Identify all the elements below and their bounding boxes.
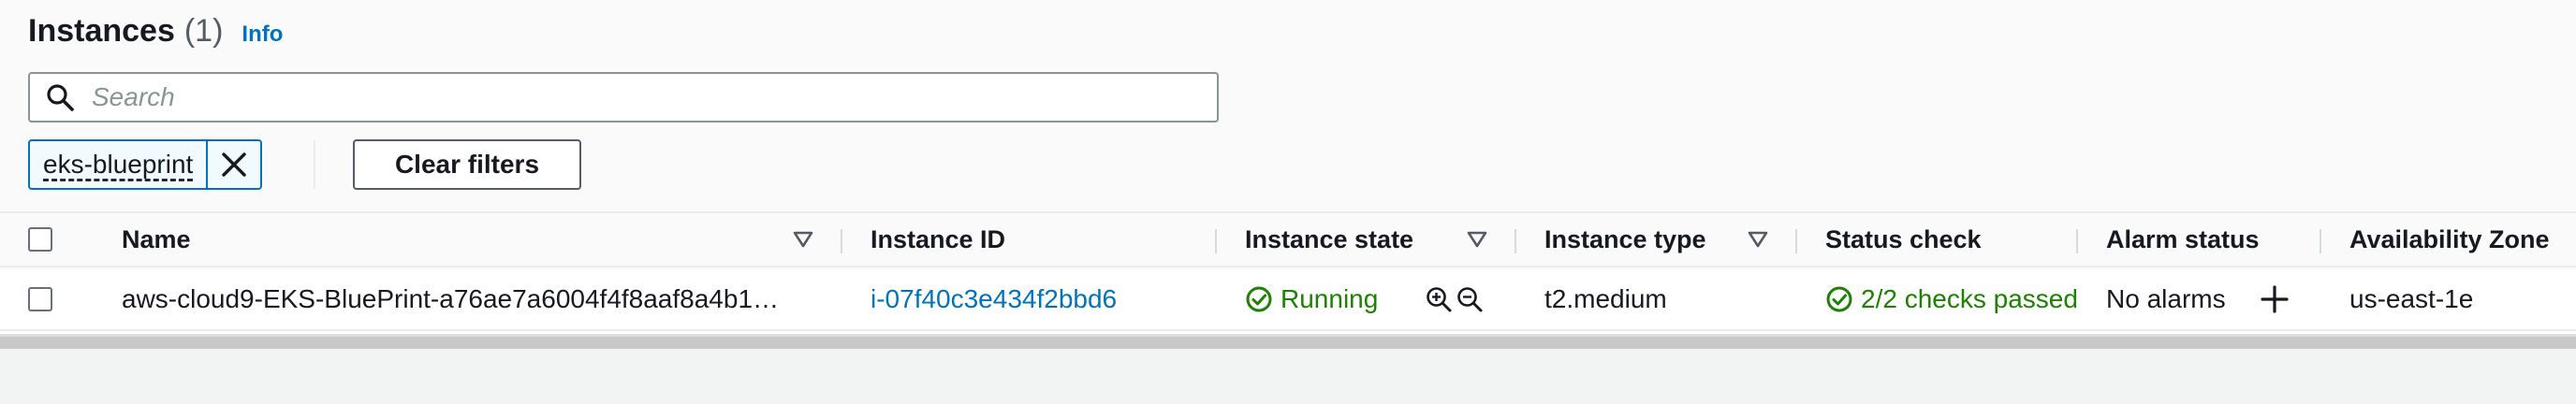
instance-count: (1) — [183, 13, 224, 49]
search-input[interactable] — [92, 79, 1196, 116]
column-header-instance-state[interactable]: Instance state — [1245, 225, 1413, 254]
check-circle-icon — [1826, 286, 1852, 312]
status-check: 2/2 checks passed — [1825, 284, 2078, 314]
select-all-checkbox[interactable] — [28, 227, 52, 252]
sort-caret-icon[interactable] — [793, 231, 813, 248]
panel-header: Instances (1) Info — [28, 13, 283, 54]
filter-token: eks-blueprint — [28, 139, 263, 190]
plus-icon[interactable] — [2260, 284, 2290, 314]
instance-type: t2.medium — [1544, 284, 1667, 313]
check-circle-icon — [1246, 286, 1272, 312]
sort-caret-icon[interactable] — [1467, 231, 1487, 248]
column-divider[interactable] — [1215, 229, 1217, 253]
footer-area — [0, 349, 2576, 404]
instance-state-label: Running — [1281, 284, 1379, 313]
zoom-out-icon[interactable] — [1456, 285, 1484, 313]
status-check-label: 2/2 checks passed — [1861, 284, 2078, 313]
clear-filters-button[interactable]: Clear filters — [353, 139, 581, 190]
column-divider[interactable] — [841, 229, 842, 253]
column-divider[interactable] — [1795, 229, 1797, 253]
column-header-availability-zone[interactable]: Availability Zone — [2349, 225, 2550, 254]
column-divider[interactable] — [2320, 229, 2321, 253]
sort-caret-icon[interactable] — [1748, 231, 1768, 248]
column-header-name[interactable]: Name — [122, 225, 191, 254]
remove-filter-button[interactable] — [206, 141, 260, 188]
instance-state: Running — [1245, 284, 1378, 314]
close-icon — [222, 152, 247, 177]
filter-divider — [314, 140, 315, 189]
column-header-alarm-status[interactable]: Alarm status — [2106, 225, 2260, 254]
info-link[interactable]: Info — [242, 22, 283, 48]
horizontal-scrollbar[interactable] — [0, 334, 2576, 349]
row-checkbox[interactable] — [28, 287, 52, 311]
column-divider[interactable] — [2076, 229, 2078, 253]
availability-zone: us-east-1e — [2349, 284, 2474, 313]
table-row[interactable]: aws-cloud9-EKS-BluePrint-a76ae7a6004f4f8… — [0, 269, 2576, 331]
filter-token-label[interactable]: eks-blueprint — [30, 141, 206, 188]
column-header-instance-id[interactable]: Instance ID — [871, 225, 1005, 254]
column-header-instance-type[interactable]: Instance type — [1544, 225, 1706, 254]
page-title: Instances — [28, 13, 175, 49]
zoom-in-icon[interactable] — [1425, 285, 1453, 313]
search-box[interactable] — [28, 72, 1219, 123]
column-divider[interactable] — [1515, 229, 1516, 253]
table-header: Name Instance ID Instance state Instance… — [0, 211, 2576, 267]
search-icon — [47, 84, 74, 111]
instances-panel: Instances (1) Info eks-blueprint Clear f… — [0, 0, 2576, 349]
alarm-status: No alarms — [2106, 284, 2226, 313]
column-header-status-check[interactable]: Status check — [1825, 225, 1982, 254]
instance-name: aws-cloud9-EKS-BluePrint-a76ae7a6004f4f8… — [122, 284, 780, 313]
instance-id-link[interactable]: i-07f40c3e434f2bbd6 — [871, 284, 1117, 314]
